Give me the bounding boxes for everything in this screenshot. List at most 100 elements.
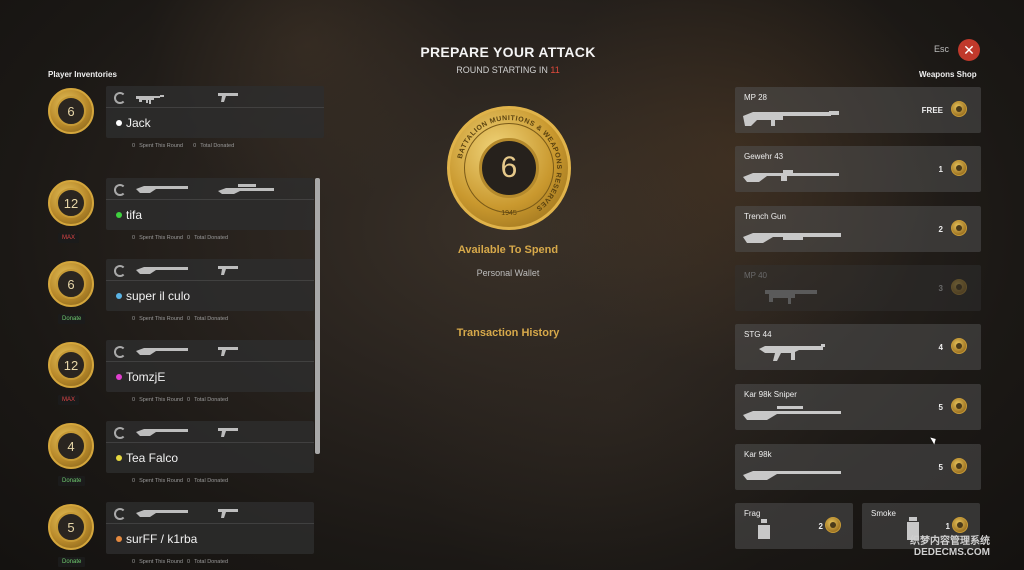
shop-item[interactable]: Kar 98k Sniper 5 [735, 384, 981, 430]
shop-item-name: Kar 98k [744, 450, 772, 459]
shop-item-name: MP 40 [744, 271, 767, 280]
coin-icon [951, 338, 967, 354]
rifle-icon [136, 429, 188, 436]
donate-tag[interactable]: Donate [58, 476, 86, 486]
player-loadout [106, 86, 324, 108]
coin-icon [951, 279, 967, 295]
player-stats: 0 Spent This Round 0 Total Donated [132, 143, 235, 149]
reload-icon [114, 265, 126, 277]
max-tag: MAX [58, 395, 80, 405]
shop-item-frag[interactable]: Frag 2 [735, 503, 853, 549]
shop-item-name: Gewehr 43 [744, 152, 784, 161]
player-name: super il culo [116, 289, 190, 303]
wallet-coin-icon: BATTALION MUNITIONS & WEAPONS RESERVES 1… [447, 106, 571, 230]
esc-hint: Esc [934, 44, 950, 54]
sniper-rifle-icon [743, 406, 841, 420]
player-row: 6 Donate super il culo 0 Spent This Round… [48, 259, 324, 337]
coin-icon [951, 160, 967, 176]
shop-item-price: 1 [938, 165, 943, 174]
player-inventories-label: Player Inventories [48, 70, 117, 79]
player-coin-count: 6 [56, 96, 86, 126]
donate-tag[interactable]: Donate [58, 557, 86, 567]
shop-item[interactable]: MP 28 FREE [735, 87, 981, 133]
player-loadout [106, 259, 314, 281]
player-loadout [106, 178, 314, 200]
shop-item-price: 2 [818, 522, 823, 531]
shotgun-icon [743, 233, 841, 243]
player-card[interactable]: surFF / k1rba [106, 502, 314, 554]
weapons-shop-label: Weapons Shop [919, 70, 977, 79]
coin-icon: 5 [48, 504, 94, 550]
player-stats: 0 Spent This Round 0 Total Donated [132, 478, 229, 484]
coin-icon [951, 220, 967, 236]
coin-icon [951, 101, 967, 117]
player-card[interactable]: Tea Falco [106, 421, 314, 473]
player-color-dot [116, 120, 122, 126]
shop-item[interactable]: MP 40 3 [735, 265, 981, 311]
player-card[interactable]: tifa [106, 178, 314, 230]
smg-icon [765, 290, 817, 304]
shop-item-name: Trench Gun [744, 212, 786, 221]
player-row: 12 MAX tifa 0 Spent This Round 0 Total Dona… [48, 178, 324, 256]
player-coin-count: 12 [56, 350, 86, 380]
player-stats: 0 Spent This Round 0 Total Donated [132, 316, 229, 322]
shop-item-price: 1 [945, 522, 950, 531]
pistol-icon [218, 93, 238, 102]
player-loadout [106, 421, 314, 443]
player-name: TomzjE [116, 370, 165, 384]
svg-text:1945: 1945 [501, 210, 517, 217]
shop-item[interactable]: STG 44 4 [735, 324, 981, 370]
coin-icon [951, 458, 967, 474]
rifle-icon [743, 170, 839, 182]
coin-icon [952, 517, 968, 533]
coin-icon: 12 [48, 342, 94, 388]
available-to-spend-label: Available To Spend [457, 244, 559, 256]
coin-icon: 6 [48, 88, 94, 134]
player-coin-count: 12 [56, 188, 86, 218]
player-name: tifa [116, 208, 142, 222]
player-row: 5 Donate surFF / k1rba 0 Spent This Round… [48, 502, 324, 570]
coin-icon: 6 [48, 261, 94, 307]
player-name: Tea Falco [116, 451, 178, 465]
transaction-history-link[interactable]: Transaction History [400, 327, 616, 339]
sniper-rifle-icon [218, 184, 274, 194]
shop-item[interactable]: Trench Gun 2 [735, 206, 981, 252]
shop-item[interactable]: Gewehr 43 1 [735, 146, 981, 192]
player-color-dot [116, 212, 122, 218]
grenade-icon [758, 519, 770, 539]
shop-item-price: 4 [938, 343, 943, 352]
close-button[interactable]: ✕ [958, 39, 980, 61]
wallet-coin-value: 6 [479, 138, 539, 198]
player-stats: 0 Spent This Round 0 Total Donated [132, 397, 229, 403]
player-name: surFF / k1rba [116, 532, 197, 546]
player-color-dot [116, 536, 122, 542]
shop-item[interactable]: Kar 98k 5 [735, 444, 981, 490]
rifle-icon [743, 471, 841, 480]
rifle-icon [136, 510, 188, 517]
watermark: 织梦内容管理系统 DEDECMS.COM [910, 536, 990, 558]
coin-icon: 4 [48, 423, 94, 469]
player-color-dot [116, 374, 122, 380]
smg-icon [136, 95, 164, 104]
coin-icon [825, 517, 841, 533]
player-card[interactable]: TomzjE [106, 340, 314, 392]
donate-tag[interactable]: Donate [58, 314, 86, 324]
personal-wallet-label: Personal Wallet [476, 268, 540, 278]
shop-item-name: STG 44 [744, 330, 772, 339]
player-card[interactable]: super il culo [106, 259, 314, 311]
player-card[interactable]: Jack [106, 86, 324, 138]
player-coin-count: 5 [56, 512, 86, 542]
reload-icon [114, 184, 126, 196]
assault-rifle-icon [759, 344, 825, 361]
player-stats: 0 Spent This Round 0 Total Donated [132, 235, 229, 241]
player-row: 4 Donate Tea Falco 0 Spent This Round 0 Tot… [48, 421, 324, 499]
player-list-scrollbar[interactable] [315, 178, 320, 454]
round-countdown: ROUND STARTING IN 11 [456, 65, 560, 75]
player-coin-count: 4 [56, 431, 86, 461]
coin-icon [951, 398, 967, 414]
player-stats: 0 Spent This Round 0 Total Donated [132, 559, 229, 565]
rifle-icon [136, 186, 188, 193]
player-loadout [106, 340, 314, 362]
shop-item-price: 5 [938, 403, 943, 412]
player-loadout [106, 502, 314, 524]
